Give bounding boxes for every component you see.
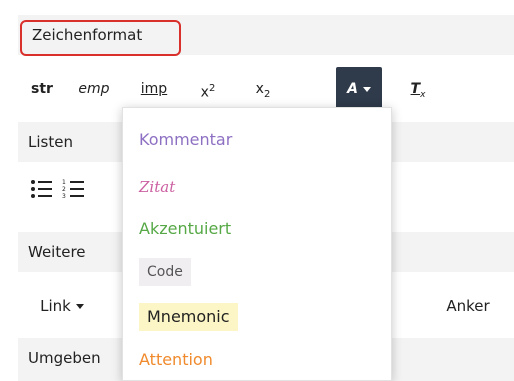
superscript-exp: 2 [208,83,216,94]
svg-text:2: 2 [62,186,66,193]
format-button-label: A [347,81,358,97]
emphasis-button[interactable]: emp [74,62,114,116]
section-listen-label: Listen [28,133,73,151]
caret-down-icon [75,304,84,309]
svg-text:3: 3 [62,193,66,199]
numbered-list-icon[interactable]: 1 2 3 [62,179,84,199]
character-format-menu: Kommentar Zitat Akzentuiert Code Mnemoni… [122,107,392,381]
focus-ring [20,20,181,56]
link-dropdown-button[interactable]: Link [32,279,92,333]
menu-item-akzentuiert[interactable]: Akzentuiert [139,214,231,244]
menu-item-attention[interactable]: Attention [139,345,213,375]
clear-format-sub: x [420,89,426,100]
svg-text:1: 1 [62,179,66,186]
character-format-dropdown-button[interactable]: A [336,67,382,111]
subscript-idx: 2 [263,88,271,100]
section-weitere-label: Weitere [28,243,86,261]
clear-format-icon: T [410,81,421,97]
anker-button[interactable]: Anker [440,279,496,333]
menu-item-code[interactable]: Code [139,258,191,286]
link-label: Link [40,297,71,315]
bulleted-list-icon[interactable] [30,179,52,199]
menu-item-zitat[interactable]: Zitat [139,172,175,202]
caret-down-icon [362,86,371,92]
section-umgebend-label: Umgeben [28,349,101,367]
strong-button[interactable]: str [22,62,62,116]
superscript-base: x [200,84,209,101]
menu-item-kommentar[interactable]: Kommentar [139,125,232,155]
clear-format-button[interactable]: Tx [400,62,436,116]
subscript-base: x [255,81,264,97]
menu-item-mnemonic[interactable]: Mnemonic [139,303,238,331]
editor-toolbar-panel: Zeichenformat str emp imp x2 x2 A Tx Lis… [0,0,514,381]
